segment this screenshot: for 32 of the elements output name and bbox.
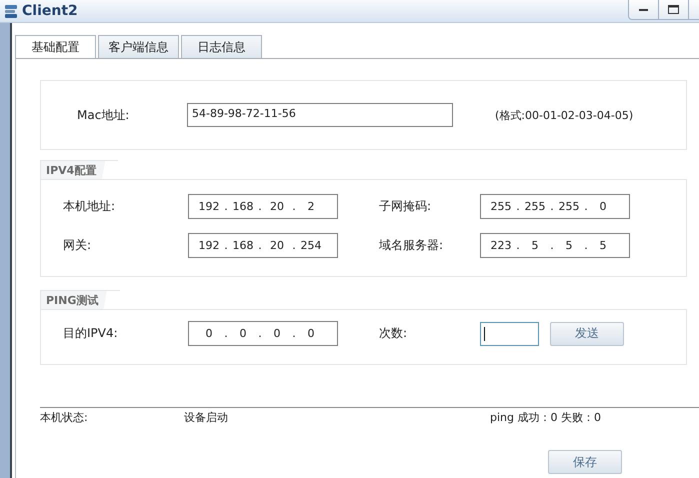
field-label: 域名服务器: xyxy=(379,237,444,254)
field-label: Mac地址: xyxy=(77,106,130,124)
ip-field[interactable]: 192 . 168 . 20 . 2 xyxy=(188,194,338,219)
group-title: IPV4配置 xyxy=(40,160,118,179)
ip-field[interactable]: 192 . 168 . 20 . 254 xyxy=(188,233,338,258)
count-field[interactable] xyxy=(480,322,539,346)
ip-field[interactable]: 255 . 255 . 255 . 0 xyxy=(480,194,630,219)
ip-field[interactable]: 223 . 5 . 5 . 5 xyxy=(480,233,630,258)
send-button[interactable]: 发送 xyxy=(550,322,624,346)
save-button[interactable]: 保存 xyxy=(548,450,622,474)
field-label: 子网掩码: xyxy=(379,198,432,215)
maximize-icon xyxy=(668,5,679,14)
mac-field[interactable]: 54-89-98-72-11-56 xyxy=(187,103,453,127)
minimize-button[interactable] xyxy=(628,0,659,20)
field-label: 次数: xyxy=(379,325,408,342)
ping-result: ping 成功：0 失败：0 xyxy=(490,410,602,425)
app-icon xyxy=(4,3,18,19)
field-label: 网关: xyxy=(63,237,92,254)
group-title: PING测试 xyxy=(40,290,120,309)
tab[interactable]: 客户端信息 xyxy=(98,35,179,58)
window-title: Client2 xyxy=(22,3,79,19)
tab[interactable]: 基础配置 xyxy=(15,35,96,58)
maximize-button[interactable] xyxy=(659,0,689,20)
field-label: 本机地址: xyxy=(63,198,116,215)
text-caret xyxy=(484,326,485,340)
field-label: 目的IPV4: xyxy=(63,325,119,342)
minimize-icon xyxy=(639,8,648,11)
format-hint: (格式:00-01-02-03-04-05) xyxy=(495,108,634,122)
ip-field[interactable]: 0 . 0 . 0 . 0 xyxy=(188,321,338,346)
status-value: 设备启动 xyxy=(184,410,229,425)
tab[interactable]: 日志信息 xyxy=(181,35,262,58)
status-label: 本机状态: xyxy=(40,410,89,425)
